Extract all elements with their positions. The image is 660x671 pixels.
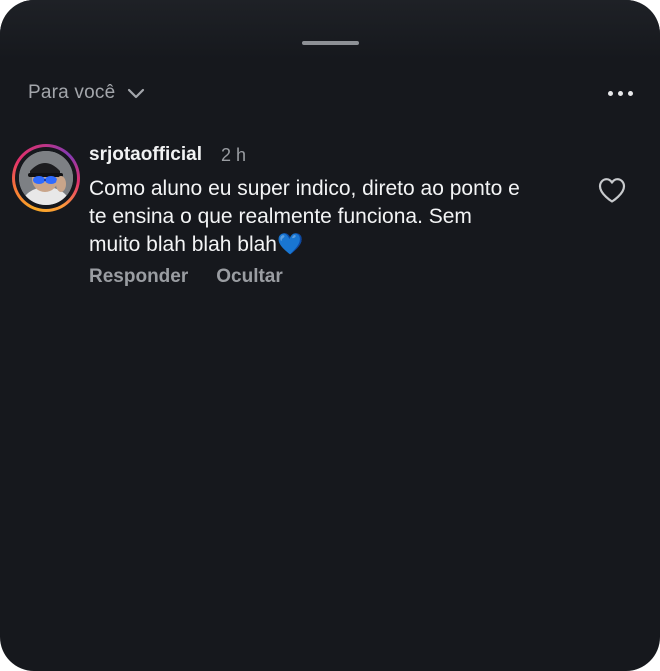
comment-timestamp: 2 h <box>221 145 247 165</box>
avatar-image <box>19 151 73 205</box>
comment-filter-dropdown[interactable]: Para você <box>28 80 147 106</box>
more-dot <box>627 90 633 96</box>
comment-username[interactable]: srjotaofficial <box>89 144 202 166</box>
drag-handle[interactable] <box>302 41 359 45</box>
sheet-header-background <box>0 0 660 60</box>
reply-button[interactable]: Responder <box>89 266 188 288</box>
more-dot <box>617 90 623 96</box>
filter-label: Para você <box>28 82 116 103</box>
avatar <box>19 151 73 205</box>
avatar-story-ring[interactable] <box>12 144 80 212</box>
more-dot <box>607 90 613 96</box>
hide-button[interactable]: Ocultar <box>216 266 283 288</box>
comments-sheet: Para você srjotaofficial 2 h Como aluno … <box>0 0 660 671</box>
more-options-icon[interactable] <box>600 82 640 104</box>
comment-actions: Responder Ocultar <box>89 266 283 288</box>
avatar-ring-gap <box>15 147 77 209</box>
heart-icon[interactable] <box>597 176 627 204</box>
chevron-down-icon <box>128 88 145 99</box>
comment-text: Como aluno eu super indico, direto ao po… <box>89 177 520 256</box>
